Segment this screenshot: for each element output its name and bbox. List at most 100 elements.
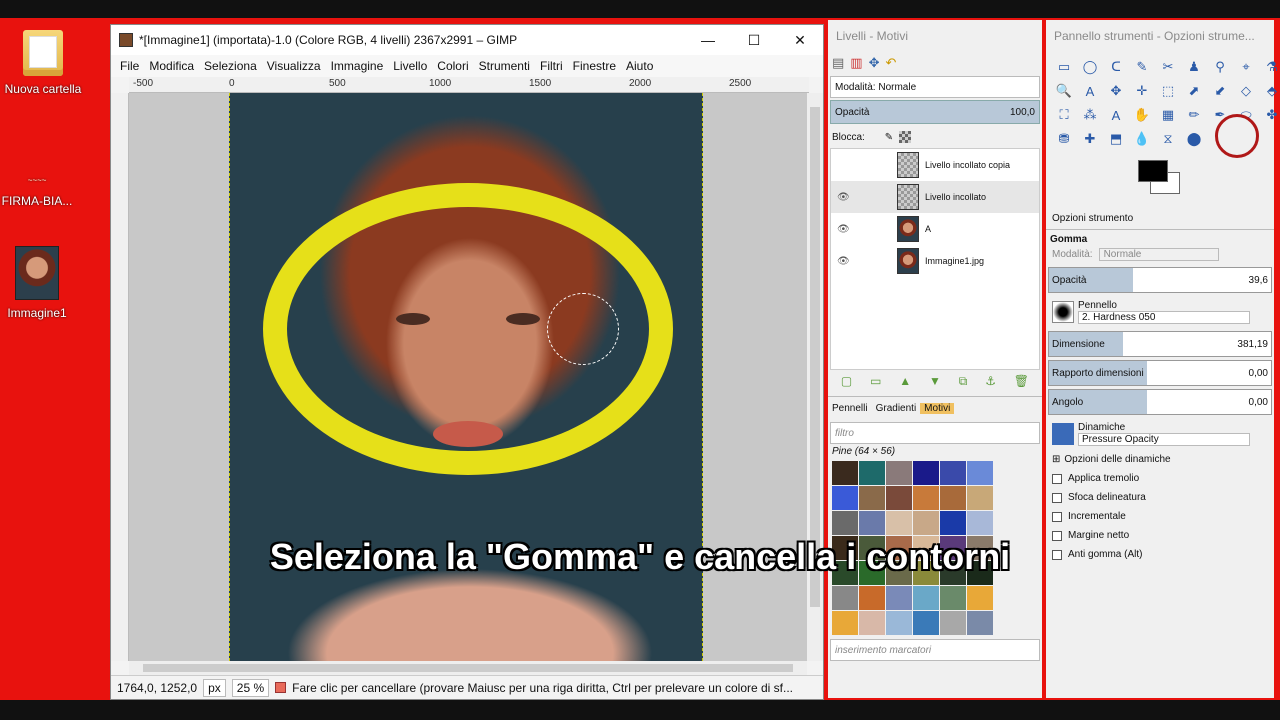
tool-button[interactable]: A — [1104, 104, 1128, 126]
pattern-swatch[interactable] — [913, 486, 939, 510]
minimize-button[interactable]: — — [685, 32, 731, 49]
pattern-swatch[interactable] — [832, 511, 858, 535]
new-group-icon[interactable]: ▭ — [870, 374, 881, 388]
unit-select[interactable]: px — [203, 678, 226, 697]
menu-livello[interactable]: Livello — [388, 59, 432, 73]
tool-button[interactable]: ⛶ — [1052, 104, 1076, 126]
pattern-swatch[interactable] — [940, 511, 966, 535]
pattern-swatch[interactable] — [913, 611, 939, 635]
pattern-swatch[interactable] — [967, 586, 993, 610]
menu-file[interactable]: File — [115, 59, 144, 73]
menu-filtri[interactable]: Filtri — [535, 59, 568, 73]
pattern-swatch[interactable] — [859, 586, 885, 610]
pattern-swatch[interactable] — [886, 561, 912, 585]
layer-mode-select[interactable]: Modalità: Normale — [830, 76, 1040, 98]
tool-button[interactable]: ✤ — [1260, 104, 1280, 126]
vertical-scrollbar[interactable] — [807, 93, 823, 661]
pattern-swatch[interactable] — [967, 561, 993, 585]
pattern-swatch[interactable] — [940, 611, 966, 635]
color-swatches[interactable] — [1138, 160, 1274, 200]
checkbox-hard-edge[interactable]: Margine netto — [1046, 526, 1274, 545]
pattern-swatch[interactable] — [832, 611, 858, 635]
pattern-swatch[interactable] — [913, 561, 939, 585]
tool-button[interactable]: ⚗ — [1260, 56, 1280, 78]
pattern-swatch[interactable] — [886, 536, 912, 560]
tool-button[interactable]: ⬤ — [1182, 128, 1206, 150]
pattern-swatch[interactable] — [886, 486, 912, 510]
pattern-swatch[interactable] — [940, 461, 966, 485]
duplicate-layer-icon[interactable]: ⧉ — [959, 374, 968, 389]
lower-layer-icon[interactable]: ▼ — [929, 374, 941, 388]
tool-button[interactable]: ⬒ — [1104, 128, 1128, 150]
tool-button[interactable]: ♟ — [1182, 56, 1206, 78]
tool-button[interactable]: ✏ — [1182, 104, 1206, 126]
layer-opacity-slider[interactable]: Opacità 100,0 — [830, 100, 1040, 124]
pattern-swatch[interactable] — [886, 461, 912, 485]
desktop-icon-new-folder[interactable]: Nuova cartella — [0, 30, 88, 96]
tool-mode-select[interactable]: Normale — [1098, 248, 1219, 261]
tab-pennelli[interactable]: Pennelli — [828, 403, 872, 414]
pattern-swatch[interactable] — [967, 461, 993, 485]
tool-button[interactable]: ▭ — [1052, 56, 1076, 78]
pattern-swatch[interactable] — [967, 611, 993, 635]
horizontal-scrollbar[interactable] — [129, 661, 807, 675]
pattern-swatch[interactable] — [886, 611, 912, 635]
raise-layer-icon[interactable]: ▲ — [899, 374, 911, 388]
pattern-swatch[interactable] — [940, 536, 966, 560]
pattern-filter-input[interactable]: filtro — [830, 422, 1040, 444]
tool-button[interactable]: ⚲ — [1208, 56, 1232, 78]
tool-button[interactable]: ▦ — [1156, 104, 1180, 126]
new-layer-icon[interactable]: ▢ — [841, 374, 852, 388]
undo-history-icon[interactable]: ↶ — [886, 55, 897, 71]
window-titlebar[interactable]: *[Immagine1] (importata)-1.0 (Colore RGB… — [111, 25, 823, 55]
tool-button[interactable]: ◇ — [1234, 80, 1258, 102]
tool-button[interactable]: ✛ — [1130, 80, 1154, 102]
checkbox[interactable] — [1052, 530, 1062, 541]
brush-select[interactable]: 2. Hardness 050 — [1078, 311, 1250, 324]
dynamics-options-expander[interactable]: ⊞ Opzioni delle dinamiche — [1046, 450, 1274, 469]
menu-colori[interactable]: Colori — [432, 59, 473, 73]
pattern-swatch[interactable] — [832, 461, 858, 485]
desktop-icon-firma[interactable]: ~~~~ FIRMA-BIA... — [0, 176, 82, 208]
maximize-button[interactable]: ☐ — [731, 32, 777, 49]
pattern-swatch[interactable] — [940, 586, 966, 610]
lock-alpha-icon[interactable] — [899, 131, 912, 143]
angle-slider[interactable]: Angolo 0,00 — [1048, 389, 1272, 415]
pattern-swatch[interactable] — [859, 461, 885, 485]
tool-button[interactable]: A — [1078, 80, 1102, 102]
tool-options-tab[interactable]: Opzioni strumento — [1046, 208, 1274, 230]
tool-button[interactable]: ⬈ — [1182, 80, 1206, 102]
size-slider[interactable]: Dimensione 381,19 — [1048, 331, 1272, 357]
tool-button[interactable]: ⬋ — [1208, 80, 1232, 102]
pattern-swatch[interactable] — [967, 511, 993, 535]
close-button[interactable]: ✕ — [777, 32, 823, 49]
horizontal-ruler[interactable]: -500 0 500 1000 1500 2000 2500 — [129, 77, 809, 93]
pattern-swatch[interactable] — [913, 536, 939, 560]
menu-finestre[interactable]: Finestre — [568, 59, 621, 73]
pattern-swatch[interactable] — [967, 486, 993, 510]
anchor-layer-icon[interactable]: ⚓ — [985, 374, 996, 388]
tags-input[interactable]: inserimento marcatori — [830, 639, 1040, 661]
tool-button[interactable]: ✚ — [1078, 128, 1102, 150]
pattern-swatch[interactable] — [940, 561, 966, 585]
pattern-swatch[interactable] — [859, 561, 885, 585]
checkbox[interactable] — [1052, 473, 1062, 484]
tool-button[interactable]: 🔍 — [1052, 80, 1076, 102]
pattern-swatch[interactable] — [859, 486, 885, 510]
eye-icon[interactable]: 👁 — [837, 224, 855, 235]
channels-icon[interactable]: ▥ — [850, 55, 862, 71]
menu-visualizza[interactable]: Visualizza — [262, 59, 326, 73]
menu-aiuto[interactable]: Aiuto — [621, 59, 658, 73]
pattern-swatch[interactable] — [832, 536, 858, 560]
tab-motivi[interactable]: Motivi — [920, 403, 955, 414]
layer-row-active[interactable]: 👁 Livello incollato — [831, 181, 1039, 213]
pattern-swatch[interactable] — [859, 611, 885, 635]
pattern-swatch[interactable] — [886, 511, 912, 535]
tool-button[interactable]: ◯ — [1078, 56, 1102, 78]
pattern-swatch[interactable] — [913, 461, 939, 485]
menu-modifica[interactable]: Modifica — [144, 59, 199, 73]
pattern-swatch[interactable] — [859, 536, 885, 560]
checkbox[interactable] — [1052, 511, 1062, 522]
checkbox-anti-erase[interactable]: Anti gomma (Alt) — [1046, 545, 1274, 564]
lock-pixels-icon[interactable]: ✎ — [885, 132, 893, 143]
